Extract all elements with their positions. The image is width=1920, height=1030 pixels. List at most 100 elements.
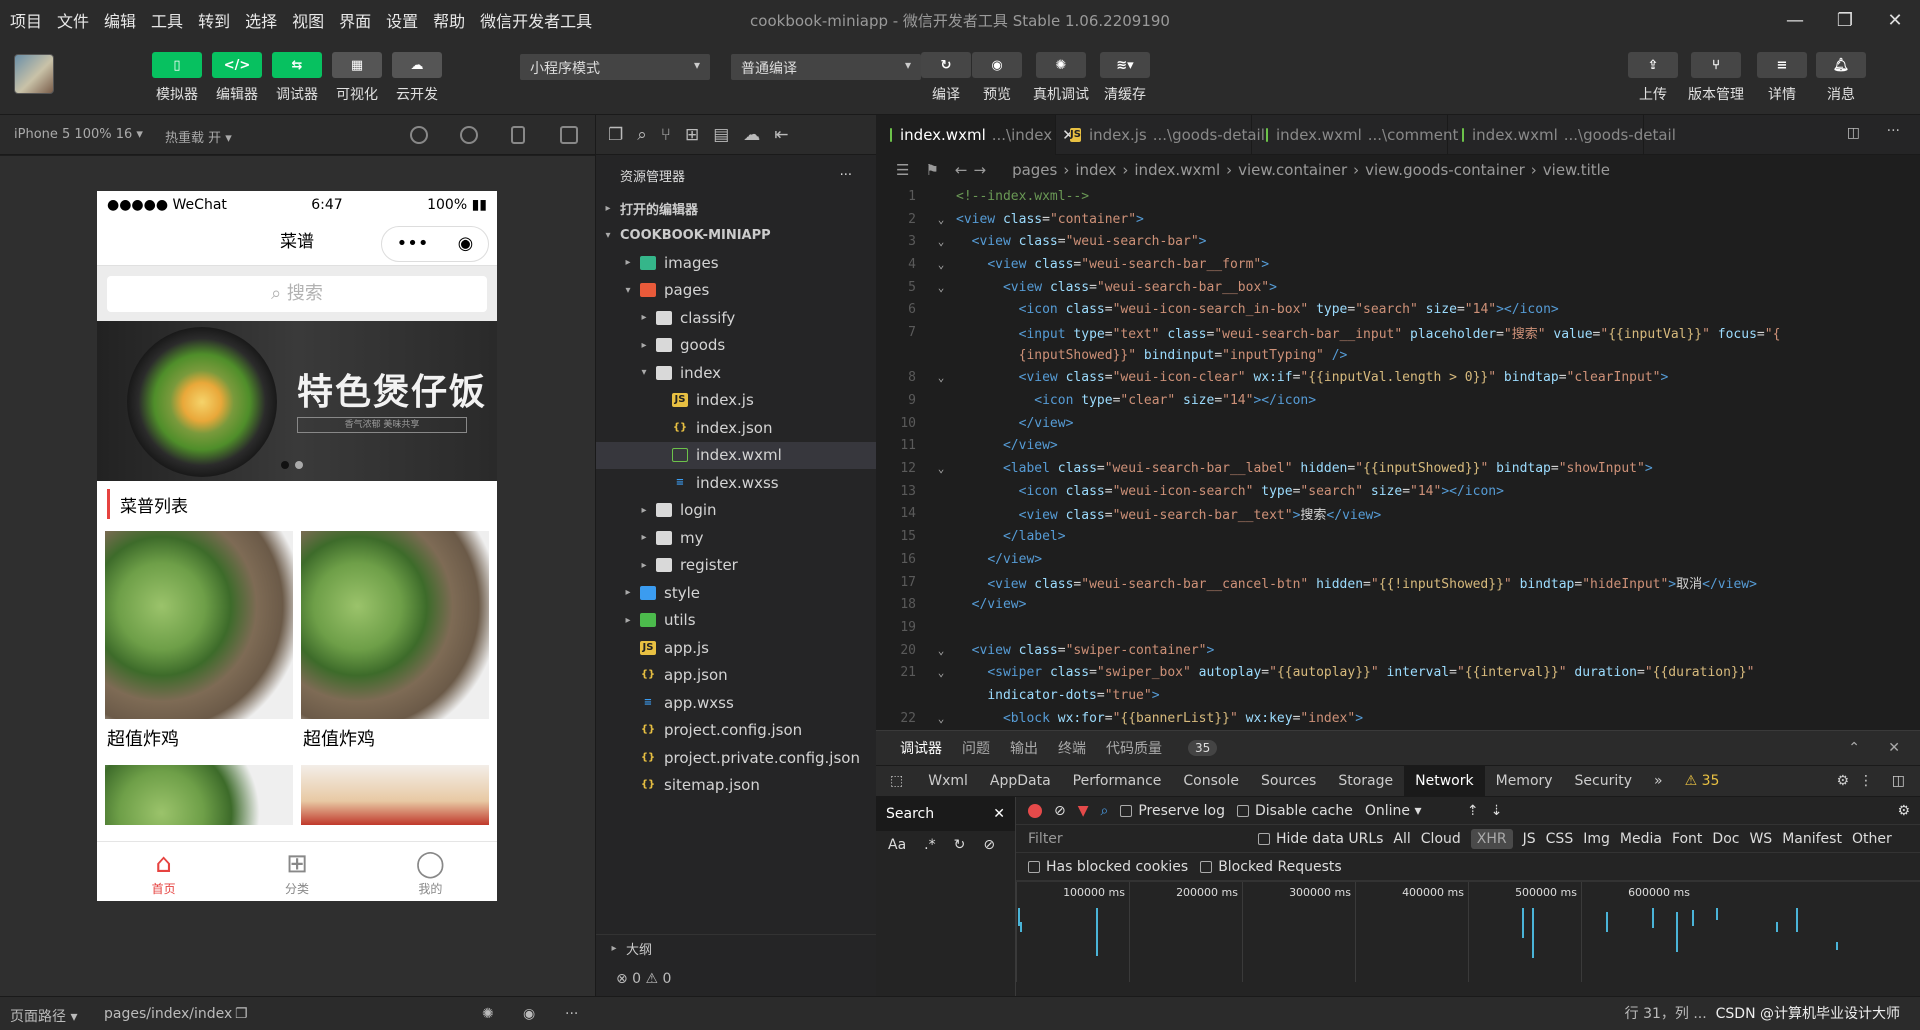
menu-item[interactable]: 界面: [339, 8, 371, 32]
bug-icon[interactable]: ✺: [482, 1006, 494, 1022]
breadcrumb-item[interactable]: pages: [1012, 161, 1057, 179]
fold-icon[interactable]: ⌄: [926, 462, 956, 475]
banner-swiper[interactable]: 特色煲仔饭 香气浓郁 美味共享: [97, 321, 497, 481]
menu-item[interactable]: 项目: [10, 8, 42, 32]
search-input[interactable]: ⌕ 搜索: [107, 276, 487, 312]
hide-data-urls-checkbox[interactable]: Hide data URLs: [1258, 831, 1383, 847]
record-icon[interactable]: [1028, 803, 1042, 818]
tree-item[interactable]: ≡ app.wxss: [596, 689, 876, 717]
filter-type[interactable]: CSS: [1546, 831, 1574, 847]
devtools-tab[interactable]: Security: [1564, 765, 1644, 797]
import-icon[interactable]: ⇡: [1467, 803, 1479, 819]
tab-classify[interactable]: ⊞ 分类: [230, 842, 363, 901]
close-icon[interactable]: ✕: [993, 806, 1005, 822]
warning-badge[interactable]: ⚠ 35: [1674, 765, 1731, 797]
tree-item[interactable]: ≡ index.wxss: [596, 469, 876, 497]
tree-item[interactable]: JS app.js: [596, 634, 876, 662]
swiper-dot[interactable]: [281, 461, 289, 469]
hot-reload-select[interactable]: 热重载 开 ▾: [165, 127, 232, 146]
filter-type[interactable]: Cloud: [1421, 831, 1461, 847]
clear-icon[interactable]: ⊘: [1054, 803, 1066, 819]
network-timeline[interactable]: 100000 ms 200000 ms 300000 ms 400000 ms 5000…: [1016, 881, 1920, 982]
menu-item[interactable]: 转到: [198, 8, 230, 32]
menu-item[interactable]: 视图: [292, 8, 324, 32]
mode-select[interactable]: 小程序模式: [520, 54, 710, 80]
close-icon[interactable]: ✕: [1888, 740, 1900, 756]
compile-select[interactable]: 普通编译: [731, 54, 921, 80]
tree-item[interactable]: ▸ login: [596, 497, 876, 525]
rotate-icon[interactable]: [410, 126, 428, 144]
more-icon[interactable]: ⋮: [1848, 765, 1884, 797]
breadcrumb-item[interactable]: view.container: [1238, 161, 1347, 179]
code-area[interactable]: 1 <!--index.wxml--> 2 ⌄ <view class="contain…: [876, 185, 1920, 730]
tree-item[interactable]: ▸ images: [596, 249, 876, 277]
tree-item[interactable]: ▸ classify: [596, 304, 876, 332]
more-icon[interactable]: •••: [397, 221, 429, 267]
tab-my[interactable]: ◯ 我的: [364, 842, 497, 901]
filter-type[interactable]: Media: [1620, 831, 1662, 847]
regex-icon[interactable]: .*: [924, 837, 935, 853]
breadcrumb-item[interactable]: index: [1075, 161, 1116, 179]
fold-icon[interactable]: ⌄: [926, 712, 956, 725]
tree-item[interactable]: ▾ index: [596, 359, 876, 387]
menu-item[interactable]: 工具: [151, 8, 183, 32]
back-icon[interactable]: ←: [955, 161, 968, 179]
files-icon[interactable]: ❐: [608, 125, 623, 145]
filter-type[interactable]: XHR: [1470, 828, 1513, 849]
upload-button[interactable]: ⇪ 上传: [1623, 52, 1683, 104]
filter-type[interactable]: Font: [1672, 831, 1702, 847]
clear-icon[interactable]: ⊘: [983, 837, 995, 853]
search-icon[interactable]: ⌕: [1101, 803, 1109, 819]
forward-icon[interactable]: →: [973, 161, 986, 179]
messages-button[interactable]: 🔔︎ 消息: [1811, 52, 1871, 104]
devtools-tab[interactable]: Storage: [1327, 765, 1404, 797]
editor-tab[interactable]: JS index.js ...\goods-detail: [1056, 115, 1265, 155]
tree-item[interactable]: {} index.json: [596, 414, 876, 442]
device-icon[interactable]: [511, 126, 525, 144]
throttle-select[interactable]: Online ▾: [1365, 803, 1455, 819]
tree-item[interactable]: ▸ utils: [596, 607, 876, 635]
match-case-icon[interactable]: Aa: [888, 837, 906, 853]
menu-item[interactable]: 帮助: [433, 8, 465, 32]
breadcrumb-item[interactable]: view.title: [1543, 161, 1610, 179]
editor-tab[interactable]: index.wxml ...\index ✕: [876, 115, 1075, 155]
devtools-tab[interactable]: Network: [1404, 765, 1485, 797]
avatar[interactable]: [14, 54, 54, 94]
tree-item[interactable]: {} app.json: [596, 662, 876, 690]
minimize-icon[interactable]: —: [1770, 0, 1820, 40]
simulator-button[interactable]: ▯ 模拟器: [147, 52, 207, 104]
page-path-label[interactable]: 页面路径 ▾: [10, 1006, 77, 1026]
more-icon[interactable]: ···: [1887, 123, 1900, 139]
recipe-card[interactable]: 超值炸鸡: [301, 531, 489, 757]
tab-home[interactable]: ⌂ 首页: [97, 842, 230, 901]
close-icon[interactable]: ✕: [1870, 0, 1920, 40]
tree-item[interactable]: ▸ goods: [596, 332, 876, 360]
tree-item[interactable]: index.wxml: [596, 441, 876, 469]
tree-item[interactable]: {} project.private.config.json: [596, 744, 876, 772]
devtools-tab[interactable]: Memory: [1485, 765, 1564, 797]
preview-button[interactable]: ◉ 预览: [967, 52, 1027, 104]
filter-input[interactable]: Filter: [1028, 831, 1248, 847]
dock-icon[interactable]: ◫: [1881, 765, 1916, 797]
cloud-button[interactable]: ☁ 云开发: [387, 52, 447, 104]
devtools-top-tab[interactable]: 输出: [1010, 738, 1038, 758]
preserve-log-checkbox[interactable]: Preserve log: [1120, 803, 1225, 819]
maximize-icon[interactable]: ❐: [1820, 0, 1870, 40]
menu-item[interactable]: 选择: [245, 8, 277, 32]
fold-icon[interactable]: ⌄: [926, 281, 956, 294]
storage-icon[interactable]: ▤: [713, 125, 729, 145]
more-icon[interactable]: ···: [565, 1006, 578, 1022]
menu-item[interactable]: 文件: [57, 8, 89, 32]
problems-status[interactable]: ⊗ 0 ⚠ 0: [596, 962, 877, 996]
devtools-tab[interactable]: Sources: [1250, 765, 1327, 797]
export-icon[interactable]: ⇣: [1491, 803, 1503, 819]
split-icon[interactable]: ◫: [1847, 125, 1860, 141]
clear-cache-button[interactable]: ≋▾ 清缓存: [1095, 52, 1155, 104]
more-icon[interactable]: ···: [840, 168, 852, 183]
tree-item[interactable]: {} project.config.json: [596, 717, 876, 745]
details-button[interactable]: ≡ 详情: [1752, 52, 1812, 104]
filter-type[interactable]: Img: [1583, 831, 1610, 847]
editor-button[interactable]: </> 编辑器: [207, 52, 267, 104]
tree-item[interactable]: ▸ style: [596, 579, 876, 607]
stop-icon[interactable]: [460, 126, 478, 144]
